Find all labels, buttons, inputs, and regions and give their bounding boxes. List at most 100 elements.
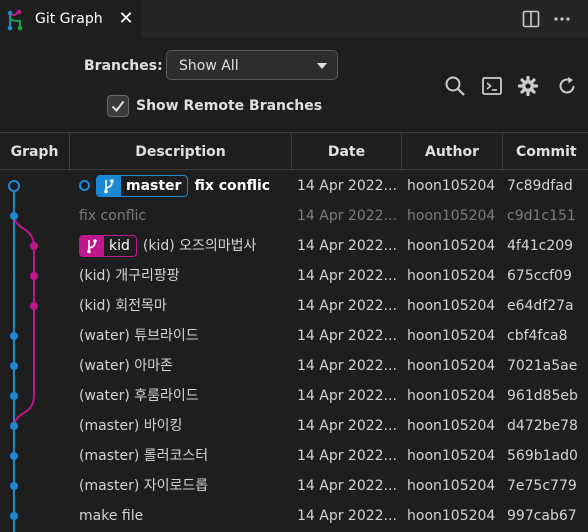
commit-date: 14 Apr 2022...	[297, 178, 397, 194]
commit-author: hoon105204	[407, 508, 496, 524]
commit-author: hoon105204	[407, 178, 496, 194]
commit-node	[10, 482, 18, 490]
commit-hash: 7e75c779	[507, 478, 577, 494]
commit-author: hoon105204	[407, 448, 496, 464]
commit-message: fix conflic	[79, 208, 147, 224]
branches-label: Branches:	[84, 58, 163, 74]
commit-author: hoon105204	[407, 328, 496, 344]
column-header-description[interactable]: Description	[70, 133, 292, 171]
commit-author: hoon105204	[407, 208, 496, 224]
commit-author: hoon105204	[407, 388, 496, 404]
terminal-icon[interactable]	[481, 75, 503, 97]
branch-label-master[interactable]: master	[96, 175, 189, 197]
commit-hash: d472be78	[507, 418, 578, 434]
column-header-graph[interactable]: Graph	[0, 133, 70, 171]
commit-node-head	[8, 180, 20, 192]
search-icon[interactable]	[444, 75, 466, 97]
commit-node	[10, 452, 18, 460]
commit-node	[30, 302, 38, 310]
commit-author: hoon105204	[407, 268, 496, 284]
table-row[interactable]: kid (kid) 오즈의마법사 14 Apr 2022... hoon10520…	[0, 231, 588, 261]
commit-date: 14 Apr 2022...	[297, 238, 397, 254]
commit-hash: 675ccf09	[507, 268, 572, 284]
table-row[interactable]: (master) 바이킹 14 Apr 2022... hoon105204 d…	[0, 411, 588, 441]
commit-node	[10, 332, 18, 340]
commit-date: 14 Apr 2022...	[297, 268, 397, 284]
commit-date: 14 Apr 2022...	[297, 298, 397, 314]
commit-node	[10, 392, 18, 400]
table-row[interactable]: fix conflic 14 Apr 2022... hoon105204 c9…	[0, 201, 588, 231]
commit-node	[10, 362, 18, 370]
more-actions-icon[interactable]	[552, 9, 572, 29]
commit-node	[10, 212, 18, 220]
show-remote-branches-label: Show Remote Branches	[136, 98, 323, 114]
close-icon[interactable]: ✕	[117, 9, 135, 29]
column-header-author[interactable]: Author	[402, 133, 503, 171]
table-row[interactable]: (water) 튜브라이드 14 Apr 2022... hoon105204 …	[0, 321, 588, 351]
commit-message: (master) 롤러코스터	[79, 448, 209, 464]
commit-message: (kid) 회전목마	[79, 298, 167, 314]
table-row[interactable]: (kid) 회전목마 14 Apr 2022... hoon105204 e64…	[0, 291, 588, 321]
commit-graph	[8, 180, 38, 532]
commit-author: hoon105204	[407, 478, 496, 494]
git-graph-icon	[7, 9, 23, 31]
commit-message: (water) 아마존	[79, 358, 173, 374]
commit-hash: 7c89dfad	[507, 178, 573, 194]
table-row[interactable]: (master) 자이로드롭 14 Apr 2022... hoon105204…	[0, 471, 588, 501]
commit-message: (kid) 개구리팡팡	[79, 268, 180, 284]
column-header-date[interactable]: Date	[292, 133, 402, 171]
branches-dropdown[interactable]: Show All	[166, 50, 338, 80]
commit-author: hoon105204	[407, 298, 496, 314]
commit-table-header: Graph Description Date Author Commit	[0, 132, 588, 171]
branch-label-text: kid	[109, 238, 130, 254]
commit-node	[30, 242, 38, 250]
gear-icon[interactable]	[517, 75, 539, 97]
commit-hash: cbf4fca8	[507, 328, 568, 344]
commit-message: (kid) 오즈의마법사	[142, 238, 257, 254]
branch-label-kid[interactable]: kid	[79, 235, 137, 257]
commit-message: make file	[79, 508, 144, 524]
commit-hash: 569b1ad0	[507, 448, 578, 464]
commit-message: (water) 튜브라이드	[79, 328, 199, 344]
commit-hash: c9d1c151	[507, 208, 576, 224]
commit-date: 14 Apr 2022...	[297, 358, 397, 374]
commit-node	[10, 512, 18, 520]
commit-date: 14 Apr 2022...	[297, 418, 397, 434]
refresh-icon[interactable]	[556, 75, 578, 97]
table-row[interactable]: master fix conflic 14 Apr 2022... hoon105…	[0, 171, 588, 201]
commit-message: (water) 후룸라이드	[79, 388, 199, 404]
table-row[interactable]: (water) 아마존 14 Apr 2022... hoon105204 70…	[0, 351, 588, 381]
branch-icon	[97, 176, 121, 196]
commit-date: 14 Apr 2022...	[297, 388, 397, 404]
commit-hash: 4f41c209	[507, 238, 574, 254]
split-editor-icon[interactable]	[521, 9, 541, 29]
commit-node	[30, 272, 38, 280]
branches-dropdown-value: Show All	[179, 58, 239, 74]
editor-tab-bar: Git Graph ✕	[0, 0, 588, 38]
commit-date: 14 Apr 2022...	[297, 448, 397, 464]
checkmark-icon	[111, 100, 125, 113]
commit-message: fix conflic	[194, 178, 271, 194]
commit-date: 14 Apr 2022...	[297, 508, 397, 524]
current-head-icon	[79, 179, 90, 191]
commit-hash: 961d85eb	[507, 388, 578, 404]
commit-author: hoon105204	[407, 358, 496, 374]
commit-node	[10, 422, 18, 430]
table-row[interactable]: (kid) 개구리팡팡 14 Apr 2022... hoon105204 67…	[0, 261, 588, 291]
commit-hash: 7021a5ae	[507, 358, 578, 374]
tab-git-graph[interactable]: Git Graph ✕	[0, 0, 141, 38]
chevron-down-icon	[317, 63, 327, 69]
commit-date: 14 Apr 2022...	[297, 208, 397, 224]
table-row[interactable]: make file 14 Apr 2022... hoon105204 997c…	[0, 501, 588, 531]
commit-author: hoon105204	[407, 418, 496, 434]
commit-author: hoon105204	[407, 238, 496, 254]
table-row[interactable]: (master) 롤러코스터 14 Apr 2022... hoon105204…	[0, 441, 588, 471]
column-header-commit[interactable]: Commit	[503, 133, 588, 171]
commit-description: kid (kid) 오즈의마법사	[79, 231, 292, 261]
commit-date: 14 Apr 2022...	[297, 478, 397, 494]
commit-description: master fix conflic	[79, 171, 292, 201]
commit-message: (master) 자이로드롭	[79, 478, 209, 494]
table-row[interactable]: (water) 후룸라이드 14 Apr 2022... hoon105204 …	[0, 381, 588, 411]
show-remote-branches-checkbox[interactable]	[107, 95, 129, 117]
commit-hash: 997cab67	[507, 508, 577, 524]
